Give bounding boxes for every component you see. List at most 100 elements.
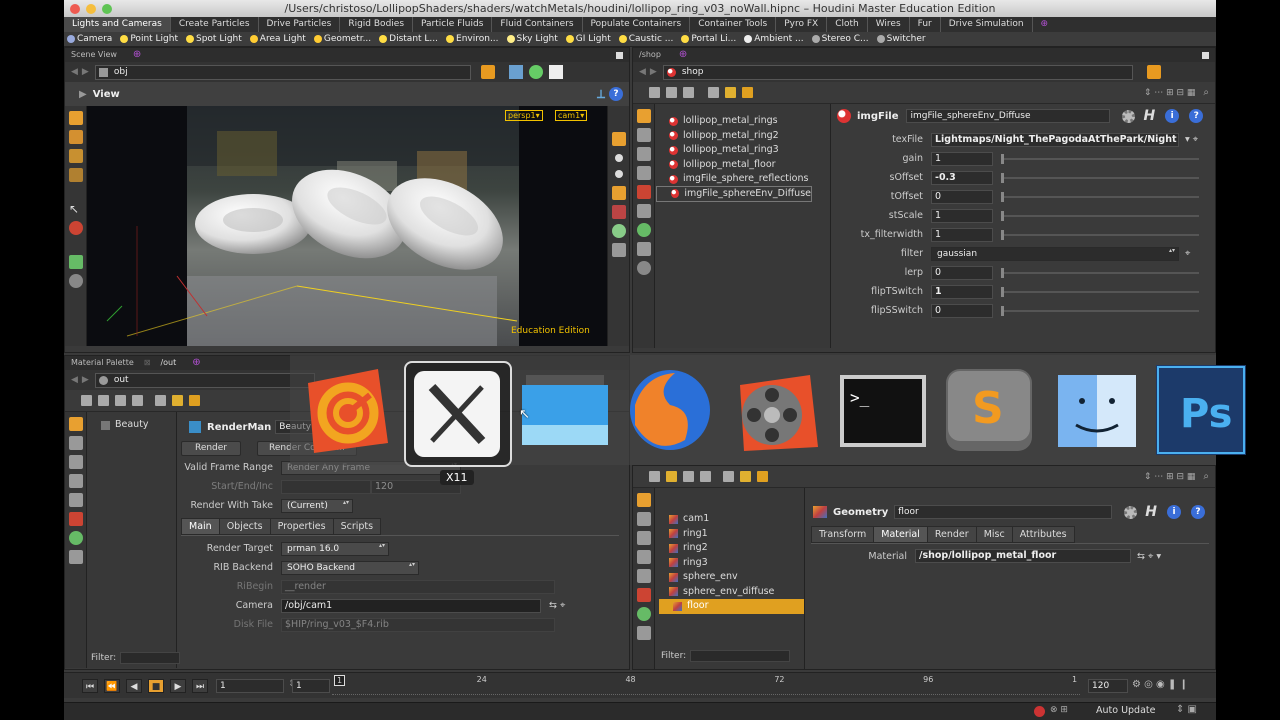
start-field[interactable] — [281, 479, 371, 494]
param-field-gain[interactable]: 1 — [931, 151, 993, 166]
start-frame-field[interactable]: 1 — [216, 679, 284, 693]
param-field-toffset[interactable]: 0 — [931, 189, 993, 204]
layout-icon[interactable] — [700, 471, 711, 482]
param-field-stscale[interactable]: 1 — [931, 208, 993, 223]
render-subtab-properties[interactable]: Properties — [269, 517, 334, 535]
render-view-icon[interactable] — [548, 65, 563, 79]
tool-icon[interactable] — [637, 569, 651, 583]
param-field-flipsswitch[interactable]: 0 — [931, 303, 993, 318]
obj-node-cam1[interactable]: cam1 — [655, 512, 804, 527]
shelf-tab-create-particles[interactable]: Create Particles — [171, 17, 259, 32]
back-arrow-icon[interactable]: ◀ — [639, 67, 646, 77]
tile-mode-icon[interactable] — [666, 87, 677, 98]
vertex-display-icon[interactable] — [615, 170, 623, 178]
tile-mode-icon[interactable] — [98, 395, 109, 406]
layout-icon[interactable] — [132, 395, 143, 406]
tool-icon[interactable] — [637, 588, 651, 602]
object-icon[interactable] — [508, 65, 523, 79]
select-tool-icon[interactable] — [69, 417, 83, 431]
shelf-tab-fluid-containers[interactable]: Fluid Containers — [492, 17, 583, 32]
forward-arrow-icon[interactable]: ▶ — [82, 375, 89, 385]
x11-app-icon[interactable] — [412, 369, 502, 459]
gear-icon[interactable] — [1122, 109, 1136, 123]
rib-backend-menu[interactable]: SOHO Backend — [281, 560, 419, 575]
scale-tool-icon[interactable] — [69, 168, 83, 182]
search-icon[interactable]: ⌕ — [1203, 471, 1209, 482]
finder-app-icon[interactable] — [1052, 365, 1142, 455]
view-collapse-icon[interactable]: ▶ — [79, 89, 87, 100]
timeline-ruler[interactable]: 1 24 48 72 96 1 — [332, 675, 1080, 695]
tool-icon[interactable] — [637, 185, 651, 199]
display-icon[interactable] — [528, 65, 543, 79]
geo-subtab-material[interactable]: Material — [873, 526, 928, 543]
obj-network-tools[interactable]: ⇕ ⋯ ⊞ ⊟ ▦ — [1144, 472, 1196, 482]
ribbegin-field[interactable]: __render — [281, 579, 555, 594]
grid-mode-icon[interactable] — [115, 395, 126, 406]
wire-icon[interactable] — [612, 243, 626, 257]
param-slider[interactable] — [1001, 172, 1199, 183]
list-mode-icon[interactable] — [649, 87, 660, 98]
scene-view-tab[interactable]: Scene View — [71, 48, 117, 62]
terminal-app-icon[interactable]: >_ — [838, 365, 928, 455]
shelf-tool-spot-light[interactable]: Spot Light — [183, 32, 247, 46]
rotate-tool-icon[interactable] — [69, 149, 83, 163]
shelf-tool-stereo-c[interactable]: Stereo C... — [809, 32, 874, 46]
material-palette-tab[interactable]: Material Palette — [71, 356, 134, 370]
back-arrow-icon[interactable]: ◀ — [71, 375, 78, 385]
shelf-tool-gi-light[interactable]: GI Light — [563, 32, 616, 46]
tool-icon[interactable] — [69, 474, 83, 488]
shade-icon[interactable] — [612, 224, 626, 238]
layout-icon[interactable] — [708, 87, 719, 98]
geo-help-icon[interactable]: ? — [1191, 505, 1206, 519]
param-field-lerp[interactable]: 0 — [931, 265, 993, 280]
forward-arrow-icon[interactable]: ▶ — [650, 67, 657, 77]
info-icon[interactable]: i — [1167, 505, 1182, 519]
tool-icon[interactable] — [69, 531, 83, 545]
lock-camera-icon[interactable] — [612, 186, 626, 200]
out-tab[interactable]: /out — [160, 356, 176, 370]
hda-icon[interactable]: H — [1145, 504, 1157, 520]
snap-icon[interactable] — [612, 132, 626, 146]
tool-icon[interactable] — [637, 550, 651, 564]
tool-icon[interactable] — [69, 493, 83, 507]
shelf-tab-container-tools[interactable]: Container Tools — [690, 17, 777, 32]
tool-icon[interactable] — [637, 147, 651, 161]
tool-icon[interactable] — [69, 455, 83, 469]
param-slider[interactable] — [1001, 191, 1199, 202]
param-slider[interactable] — [1001, 286, 1199, 297]
back-arrow-icon[interactable]: ◀ — [71, 67, 78, 77]
select-tool-icon[interactable] — [637, 109, 651, 123]
param-slider[interactable] — [1001, 210, 1199, 221]
add-shelf-tab-icon[interactable]: ⊕ — [1033, 17, 1057, 32]
tool-icon[interactable] — [637, 261, 651, 275]
render-button[interactable]: Render — [181, 440, 241, 456]
close-window-button[interactable] — [70, 4, 80, 14]
go-to-end-button[interactable]: ⏭ — [192, 679, 208, 693]
camera-field[interactable]: /obj/cam1 — [281, 598, 541, 613]
auto-update-menu[interactable]: Auto Update — [1096, 705, 1155, 716]
play-reverse-button[interactable]: ◀ — [126, 679, 142, 693]
param-field-tx-filterwidth[interactable]: 1 — [931, 227, 993, 242]
shelf-tool-distant-l[interactable]: Distant L... — [376, 32, 443, 46]
tile-mode-icon[interactable] — [666, 471, 677, 482]
shelf-tab-drive-particles[interactable]: Drive Particles — [259, 17, 341, 32]
node-name-field[interactable]: imgFile_sphereEnv_Diffuse — [906, 109, 1111, 123]
geo-subtab-render[interactable]: Render — [926, 526, 977, 543]
shelf-tool-caustic[interactable]: Caustic ... — [616, 32, 679, 46]
note-icon[interactable] — [172, 395, 183, 406]
sublime-app-icon[interactable]: S — [944, 365, 1034, 455]
pin-icon[interactable] — [480, 65, 495, 79]
select-tool-icon[interactable] — [69, 111, 83, 125]
shelf-tool-ambient[interactable]: Ambient ... — [741, 32, 808, 46]
shelf-tool-camera[interactable]: Camera — [64, 32, 117, 46]
shelf-tool-point-light[interactable]: Point Light — [117, 32, 183, 46]
param-slider[interactable] — [1001, 305, 1199, 316]
out-path-field[interactable]: out — [94, 372, 315, 388]
geo-subtab-attributes[interactable]: Attributes — [1011, 526, 1075, 543]
tool-icon[interactable] — [637, 128, 651, 142]
firefox-app-icon[interactable] — [625, 365, 715, 455]
tool-icon[interactable] — [637, 242, 651, 256]
filter-input[interactable] — [120, 652, 181, 664]
point-display-icon[interactable] — [615, 154, 623, 162]
handle-tool-icon[interactable] — [69, 255, 83, 269]
